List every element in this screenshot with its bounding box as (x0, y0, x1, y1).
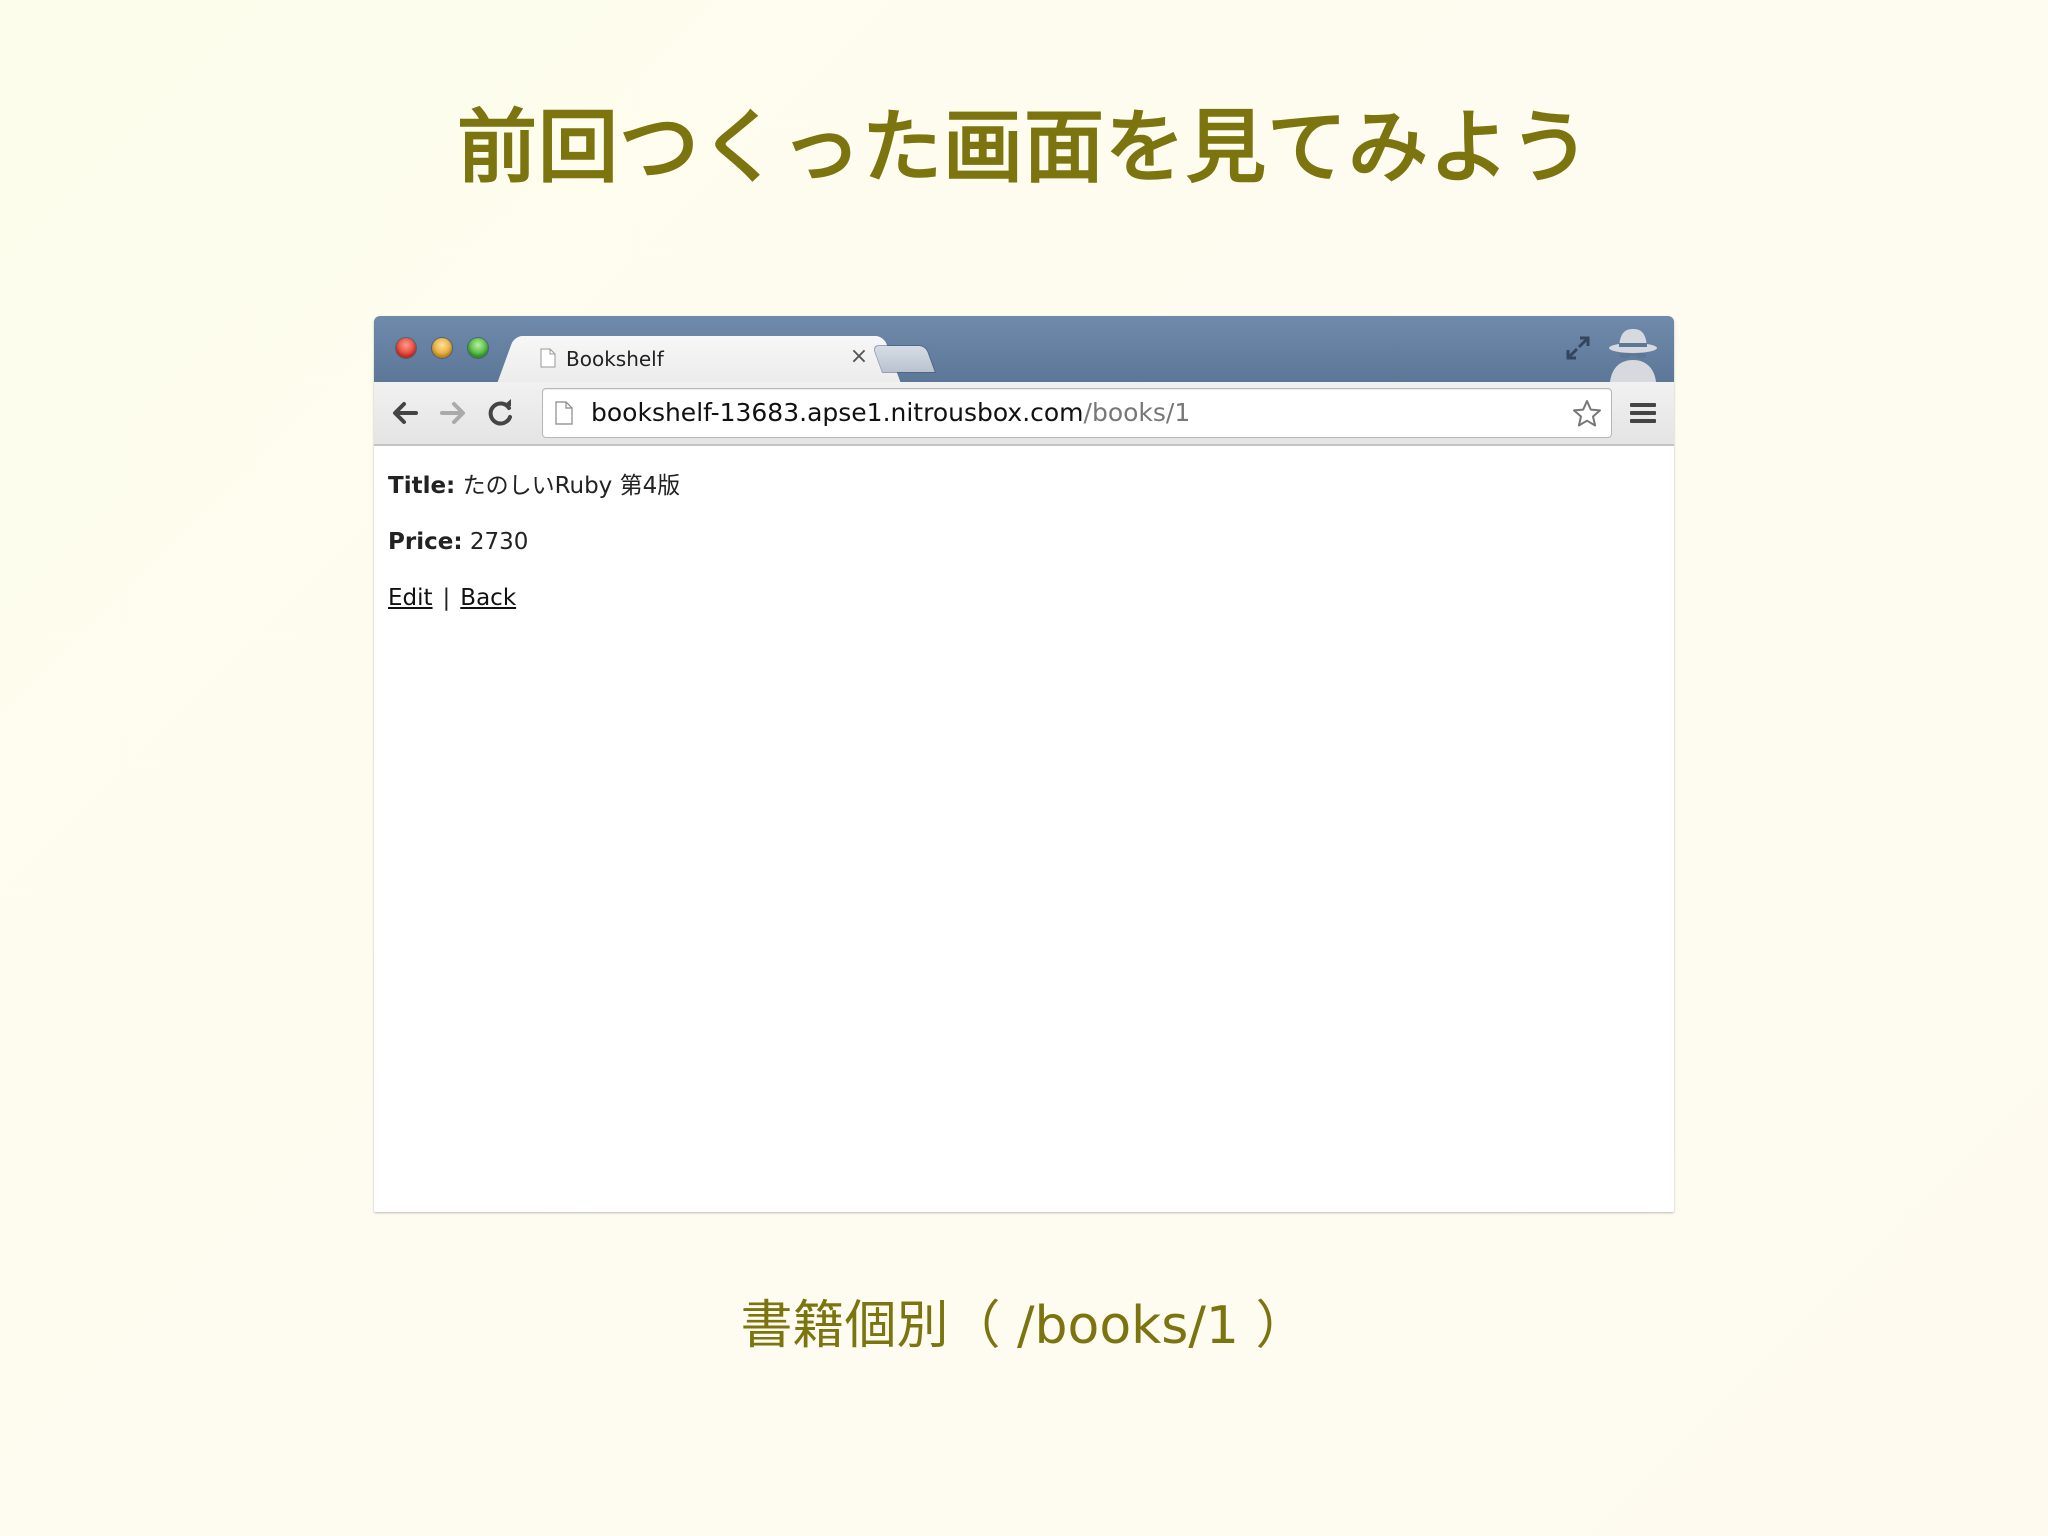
back-link[interactable]: Back (460, 585, 516, 611)
page-content: Title: たのしいRuby 第4版 Price: 2730 Edit | Bac… (374, 446, 1674, 1212)
page-icon (540, 348, 556, 368)
star-icon[interactable] (1571, 398, 1603, 430)
tab-bookshelf[interactable]: Bookshelf × (520, 336, 878, 382)
title-label: Title: (388, 473, 456, 499)
link-separator: | (442, 585, 451, 611)
title-value: たのしいRuby 第4版 (462, 473, 681, 499)
address-bar[interactable]: bookshelf-13683.apse1.nitrousbox.com/boo… (542, 388, 1612, 438)
reload-icon[interactable] (484, 396, 518, 430)
close-window-button[interactable] (396, 338, 416, 358)
forward-arrow-icon[interactable] (436, 396, 470, 430)
minimize-window-button[interactable] (432, 338, 452, 358)
new-tab-button[interactable] (873, 346, 935, 372)
price-field: Price: 2730 (388, 527, 528, 557)
slide-title: 前回つくった画面を見てみよう (457, 101, 1591, 194)
page-icon (555, 401, 573, 425)
url-text: bookshelf-13683.apse1.nitrousbox.com/boo… (591, 398, 1190, 428)
price-value: 2730 (469, 529, 529, 555)
title-field: Title: たのしいRuby 第4版 (388, 471, 680, 501)
tab-title: Bookshelf (566, 347, 664, 371)
action-links: Edit | Back (388, 583, 516, 613)
slide-caption: 書籍個別（ /books/1 ） (740, 1296, 1308, 1356)
zoom-window-button[interactable] (468, 338, 488, 358)
browser-titlebar: Bookshelf × (374, 316, 1674, 382)
back-arrow-icon[interactable] (388, 396, 422, 430)
incognito-icon (1609, 329, 1657, 382)
browser-window: Bookshelf × bookshelf-13683.apse1.nitrou… (374, 316, 1674, 1212)
url-host: bookshelf-13683.apse1.nitrousbox.com (591, 398, 1084, 427)
browser-toolbar: bookshelf-13683.apse1.nitrousbox.com/boo… (374, 382, 1674, 446)
fullscreen-icon[interactable] (1564, 334, 1592, 362)
edit-link[interactable]: Edit (388, 585, 433, 611)
url-path: /books/1 (1083, 398, 1191, 427)
tab-close-icon[interactable]: × (846, 344, 872, 370)
menu-icon[interactable] (1628, 398, 1658, 428)
price-label: Price: (388, 529, 463, 555)
